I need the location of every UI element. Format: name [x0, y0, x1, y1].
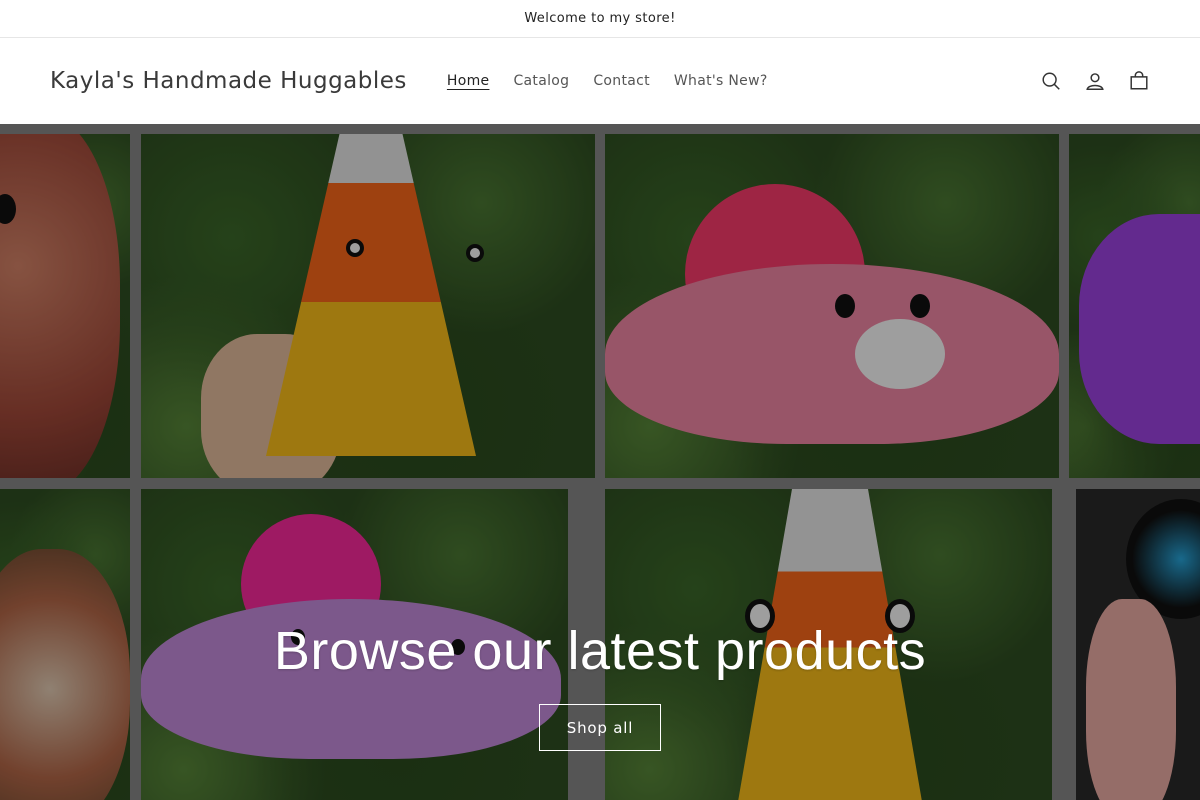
shop-all-button[interactable]: Shop all [539, 704, 661, 751]
product-photo-1 [0, 134, 130, 478]
nav-contact[interactable]: Contact [581, 73, 662, 89]
announcement-text: Welcome to my store! [524, 11, 676, 26]
product-photo-candy-corn [141, 134, 595, 478]
announcement-bar: Welcome to my store! [0, 0, 1200, 38]
product-photo-4 [1069, 134, 1200, 478]
account-icon[interactable] [1080, 66, 1110, 96]
hero-content: Browse our latest products Shop all [0, 620, 1200, 751]
hero-banner: Browse our latest products Shop all [0, 124, 1200, 800]
nav-catalog[interactable]: Catalog [501, 73, 581, 89]
header-icons [1036, 38, 1154, 124]
cart-icon[interactable] [1124, 66, 1154, 96]
main-nav: Home Catalog Contact What's New? [435, 73, 780, 89]
site-header: Kayla's Handmade Huggables Home Catalog … [0, 38, 1200, 124]
store-logo[interactable]: Kayla's Handmade Huggables [50, 68, 407, 94]
nav-whats-new[interactable]: What's New? [662, 73, 780, 89]
nav-home[interactable]: Home [435, 73, 502, 89]
hero-title: Browse our latest products [273, 621, 927, 681]
search-icon[interactable] [1036, 66, 1066, 96]
product-photo-pink-spider [605, 134, 1059, 478]
